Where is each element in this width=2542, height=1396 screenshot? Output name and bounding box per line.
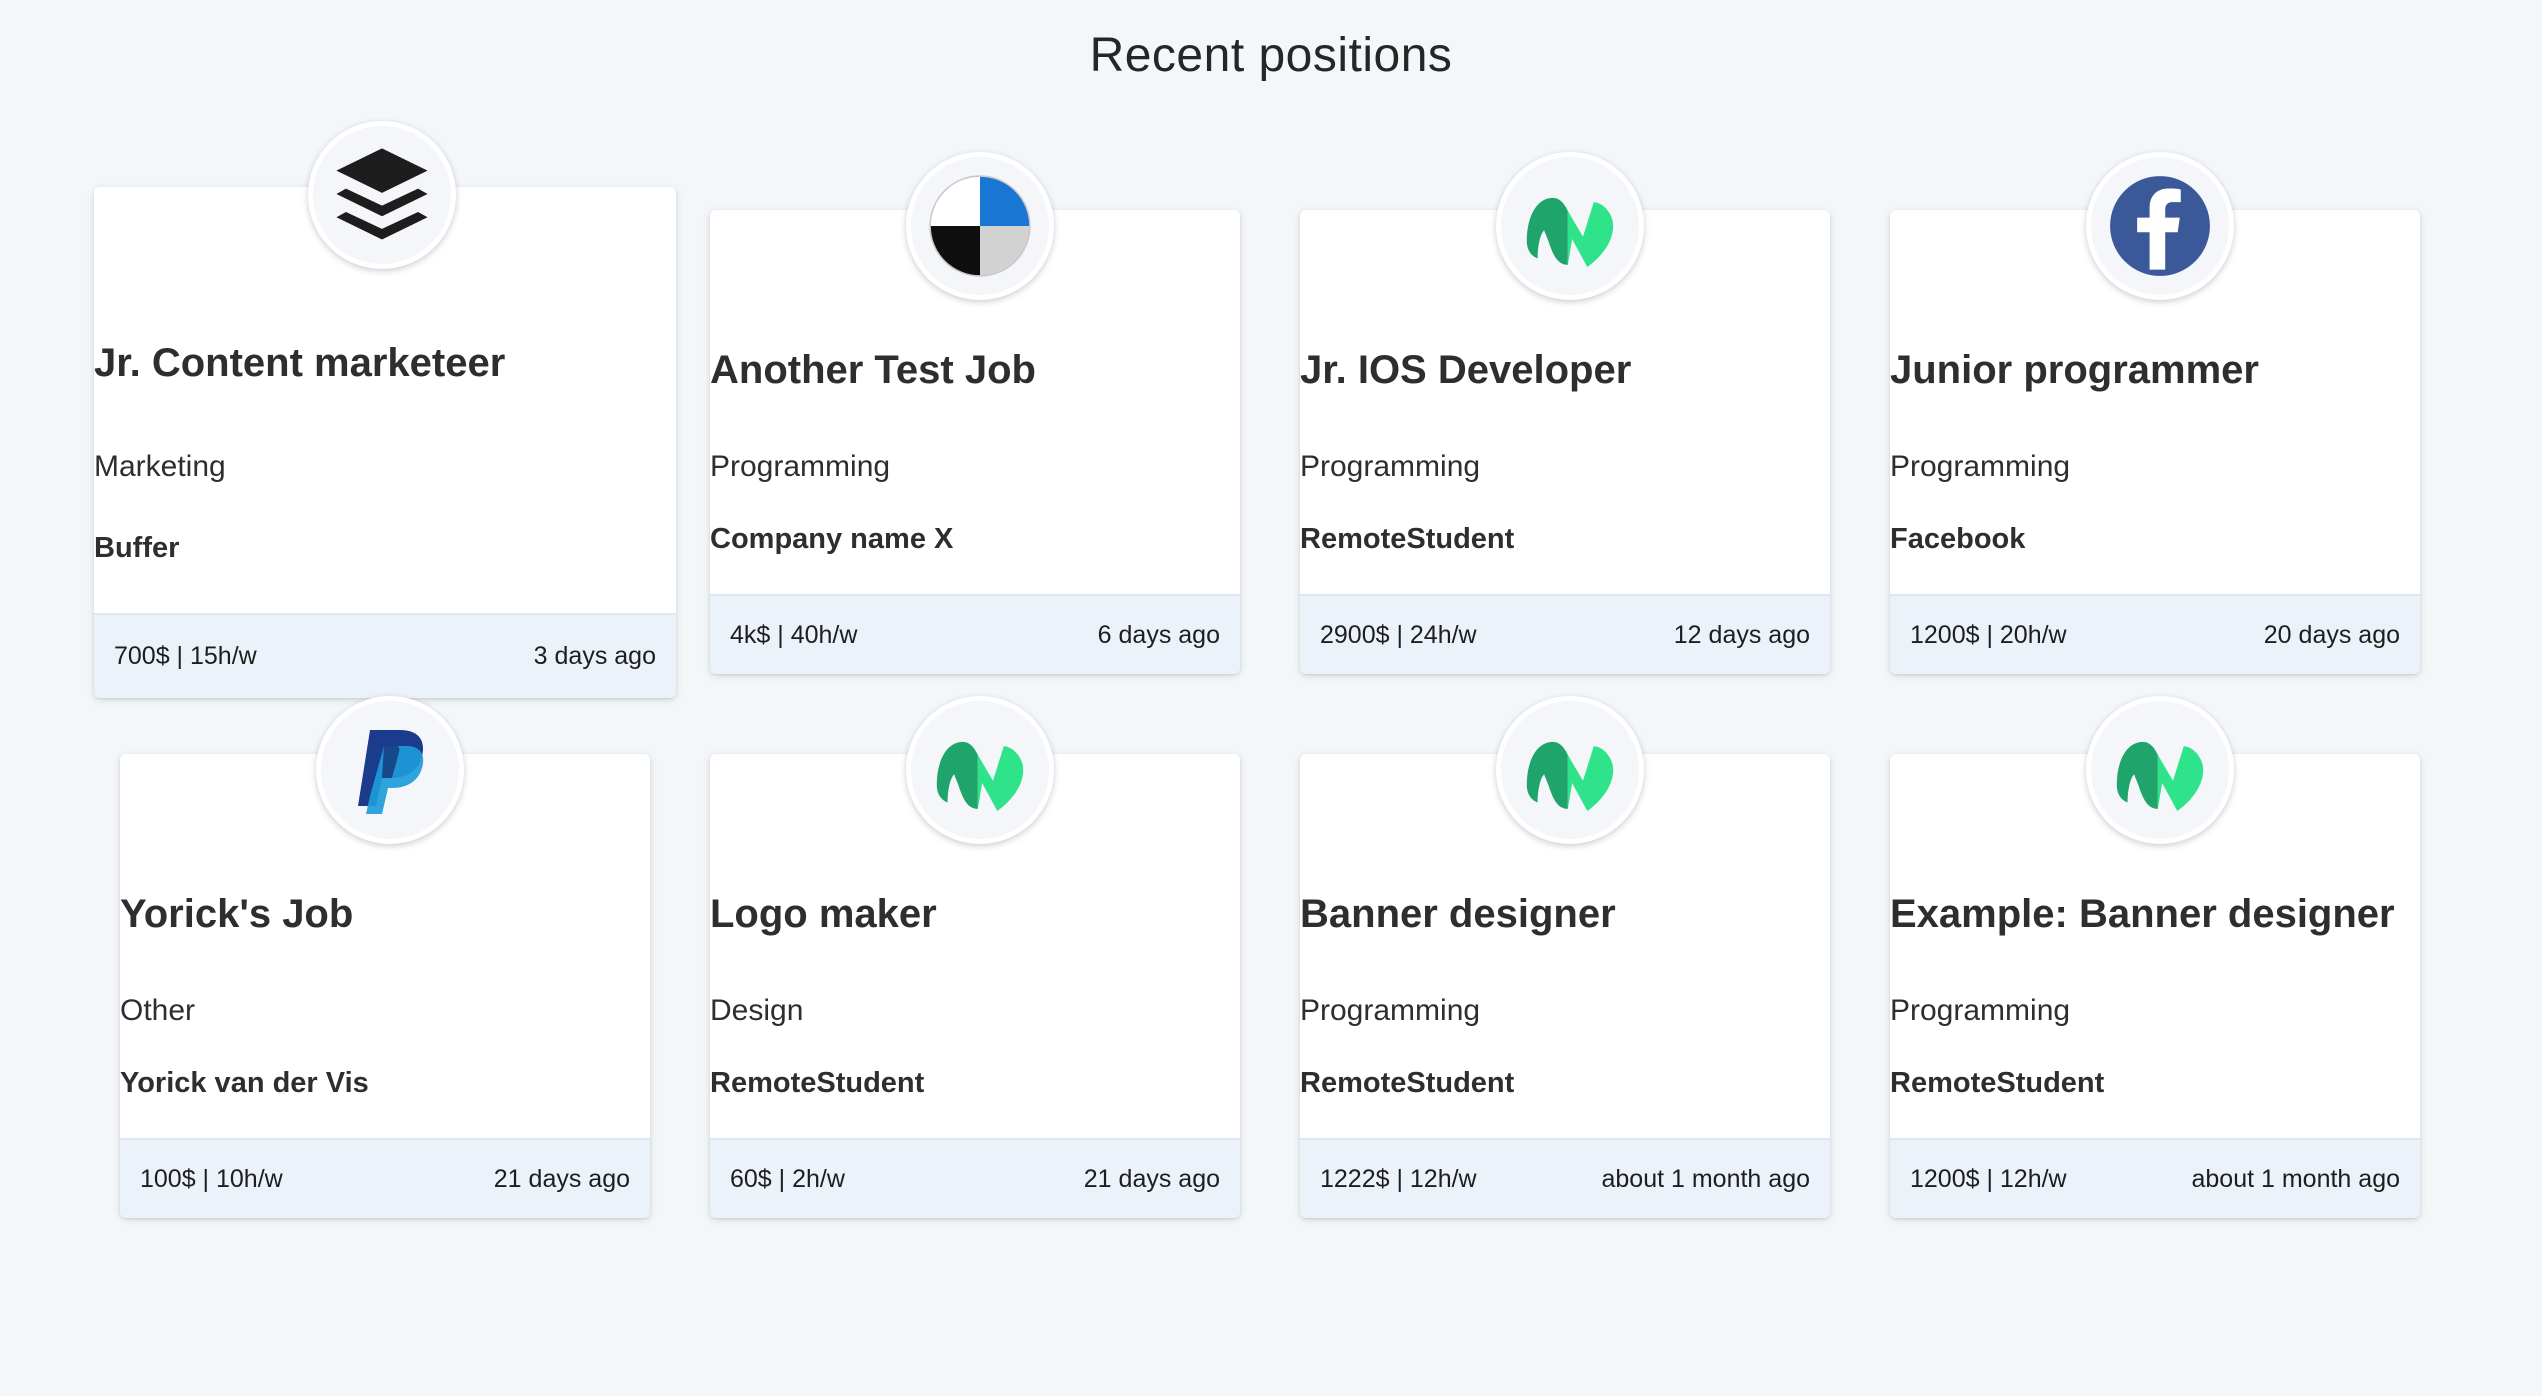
remotestudent-logo-icon — [2086, 696, 2234, 844]
job-pay-hours: 2900$ | 24h/w — [1320, 621, 1477, 649]
job-card-footer: 1200$ | 20h/w 20 days ago — [1890, 594, 2420, 674]
buffer-logo-icon — [308, 121, 456, 269]
job-card-footer: 2900$ | 24h/w 12 days ago — [1300, 594, 1830, 674]
job-card-footer: 1200$ | 12h/w about 1 month ago — [1890, 1138, 2420, 1218]
job-title: Junior programmer — [1890, 348, 2259, 392]
job-pay-hours: 1222$ | 12h/w — [1320, 1165, 1477, 1193]
job-company: RemoteStudent — [1300, 1067, 1515, 1099]
job-category: Other — [120, 994, 196, 1027]
job-category: Programming — [1300, 450, 1481, 483]
job-title: Jr. Content marketeer — [94, 341, 506, 385]
job-posted-time: about 1 month ago — [1601, 1165, 1811, 1193]
job-card-footer: 60$ | 2h/w 21 days ago — [710, 1138, 1240, 1218]
job-pay-hours: 60$ | 2h/w — [730, 1165, 845, 1193]
job-title: Another Test Job — [710, 348, 1036, 392]
remotestudent-logo-icon — [906, 696, 1054, 844]
job-posted-time: 6 days ago — [1097, 621, 1220, 649]
job-category: Programming — [1300, 994, 1481, 1027]
job-company: Company name X — [710, 523, 954, 555]
job-company: RemoteStudent — [1300, 523, 1515, 555]
job-pay-hours: 1200$ | 20h/w — [1910, 621, 2067, 649]
job-company: RemoteStudent — [1890, 1067, 2105, 1099]
job-card-footer: 4k$ | 40h/w 6 days ago — [710, 594, 1240, 674]
job-pay-hours: 4k$ | 40h/w — [730, 621, 858, 649]
job-card-footer: 1222$ | 12h/w about 1 month ago — [1300, 1138, 1830, 1218]
job-posted-time: 3 days ago — [533, 642, 656, 670]
job-card-footer: 700$ | 15h/w 3 days ago — [94, 613, 676, 698]
job-category: Marketing — [94, 450, 226, 483]
job-pay-hours: 100$ | 10h/w — [140, 1165, 283, 1193]
job-title: Jr. IOS Developer — [1300, 348, 1632, 392]
job-company: Yorick van der Vis — [120, 1067, 369, 1099]
job-company: Facebook — [1890, 523, 2026, 555]
job-category: Programming — [1890, 994, 2071, 1027]
page-title: Recent positions — [1089, 29, 1453, 82]
job-title: Yorick's Job — [120, 892, 354, 936]
job-posted-time: 12 days ago — [1673, 621, 1810, 649]
job-card-footer: 100$ | 10h/w 21 days ago — [120, 1138, 650, 1218]
job-title: Example: Banner designer — [1890, 892, 2395, 936]
job-posted-time: about 1 month ago — [2191, 1165, 2401, 1193]
job-pay-hours: 1200$ | 12h/w — [1910, 1165, 2067, 1193]
job-title: Logo maker — [710, 892, 937, 936]
remotestudent-logo-icon — [1496, 152, 1644, 300]
job-category: Programming — [1890, 450, 2071, 483]
quadrant-logo-icon — [906, 152, 1054, 300]
job-posted-time: 21 days ago — [493, 1165, 630, 1193]
job-category: Programming — [710, 450, 891, 483]
job-title: Banner designer — [1300, 892, 1616, 936]
paypal-logo-icon — [316, 696, 464, 844]
job-category: Design — [710, 994, 804, 1027]
remotestudent-logo-icon — [1496, 696, 1644, 844]
job-posted-time: 20 days ago — [2263, 621, 2400, 649]
job-posted-time: 21 days ago — [1083, 1165, 1220, 1193]
job-company: RemoteStudent — [710, 1067, 925, 1099]
facebook-logo-icon — [2086, 152, 2234, 300]
job-pay-hours: 700$ | 15h/w — [114, 642, 257, 670]
job-company: Buffer — [94, 532, 180, 564]
recent-positions-page: Recent positions Jr. Content marketeer M… — [0, 0, 2542, 1396]
